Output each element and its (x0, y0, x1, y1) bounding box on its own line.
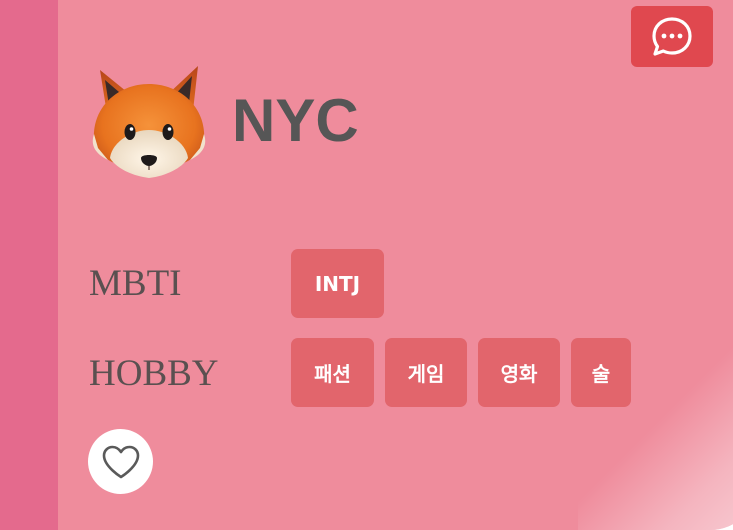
mbti-label: MBTI (89, 263, 182, 304)
mbti-tag: INTJ (291, 249, 384, 318)
hobby-label: HOBBY (89, 353, 219, 394)
hobby-tag: 영화 (478, 338, 560, 407)
chat-bubble-icon (652, 16, 692, 56)
like-button[interactable] (88, 429, 153, 494)
profile-screen: NYC MBTI INTJ HOBBY 패션 게임 영화 술 (0, 0, 733, 530)
heart-outline-icon (102, 445, 139, 478)
hobby-tag: 술 (571, 338, 631, 407)
left-edge-strip (0, 0, 58, 530)
profile-name: NYC (232, 87, 359, 154)
chat-button[interactable] (631, 6, 713, 67)
hobby-tag: 패션 (291, 338, 374, 407)
fox-face-icon (86, 62, 212, 182)
hobby-tag: 게임 (385, 338, 467, 407)
